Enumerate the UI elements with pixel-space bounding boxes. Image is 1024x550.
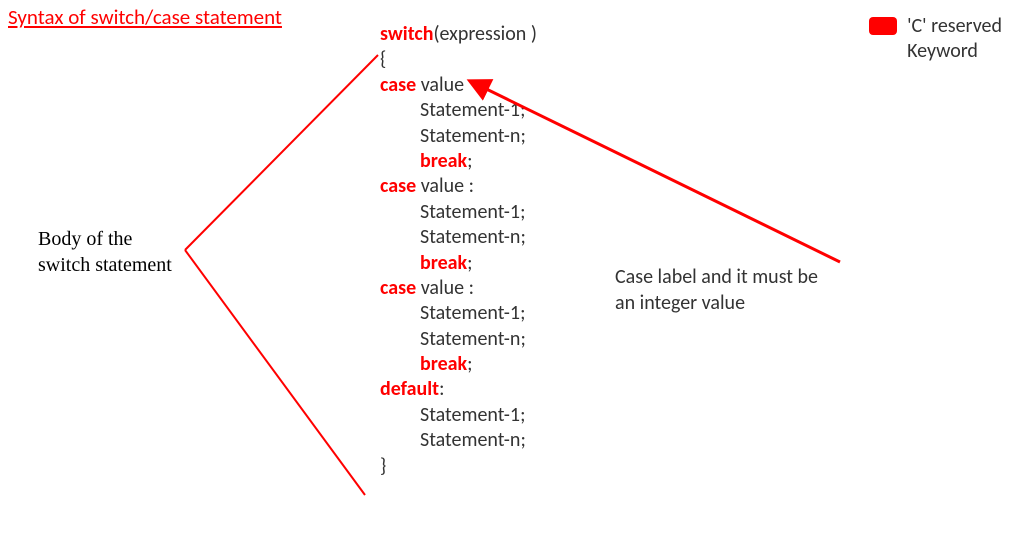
switch-expression: (expression ) <box>433 22 536 46</box>
legend-line2: Keyword <box>907 39 978 63</box>
code-line: Statement-n; <box>380 225 537 250</box>
case-value: value : <box>416 276 474 300</box>
bracket-line-icon <box>185 55 378 250</box>
case-value: value : <box>416 174 474 198</box>
code-line: break; <box>380 251 537 276</box>
semi: ; <box>467 251 472 275</box>
body-annotation-line1: Body of the <box>38 228 132 250</box>
case-value: value <box>416 73 464 97</box>
code-line: case value <box>380 73 537 98</box>
kw-default: default <box>380 377 439 401</box>
colon: : <box>439 377 444 401</box>
stmt: Statement-1; <box>420 200 525 224</box>
semi: ; <box>467 149 472 173</box>
legend: 'C' reserved Keyword <box>869 14 1002 64</box>
kw-case: case <box>380 73 416 97</box>
case-label-annotation: Case label and it must be an integer val… <box>615 264 818 316</box>
diagram-title: Syntax of switch/case statement <box>8 4 282 30</box>
code-line: Statement-n; <box>380 428 537 453</box>
code-line: Statement-1; <box>380 301 537 326</box>
kw-break: break <box>420 251 467 275</box>
semi: ; <box>467 352 472 376</box>
stmt: Statement-n; <box>420 225 526 249</box>
case-label-line2: an integer value <box>615 291 745 315</box>
stmt: Statement-1; <box>420 301 525 325</box>
bracket-line-icon <box>185 250 365 495</box>
code-line: case value : <box>380 276 537 301</box>
stmt: Statement-1; <box>420 98 525 122</box>
body-annotation: Body of the switch statement <box>38 226 172 278</box>
code-line: default: <box>380 377 537 402</box>
code-line: Statement-n; <box>380 327 537 352</box>
kw-case: case <box>380 276 416 300</box>
kw-break: break <box>420 149 467 173</box>
legend-line1: 'C' reserved <box>907 14 1002 38</box>
code-line: break; <box>380 149 537 174</box>
kw-switch: switch <box>380 22 433 46</box>
code-line: Statement-1; <box>380 200 537 225</box>
code-block: switch(expression ) { case value Stateme… <box>380 22 537 479</box>
case-label-line1: Case label and it must be <box>615 265 818 289</box>
kw-break: break <box>420 352 467 376</box>
legend-text: 'C' reserved Keyword <box>907 14 1002 64</box>
code-line: break; <box>380 352 537 377</box>
code-line: { <box>380 47 537 72</box>
code-line: } <box>380 454 537 479</box>
body-annotation-line2: switch statement <box>38 254 172 276</box>
stmt: Statement-n; <box>420 428 526 452</box>
code-line: Statement-1; <box>380 403 537 428</box>
stmt: Statement-1; <box>420 403 525 427</box>
kw-case: case <box>380 174 416 198</box>
code-line: Statement-1; <box>380 98 537 123</box>
stmt: Statement-n; <box>420 327 526 351</box>
code-line: switch(expression ) <box>380 22 537 47</box>
legend-swatch-icon <box>869 17 897 35</box>
code-line: Statement-n; <box>380 124 537 149</box>
stmt: Statement-n; <box>420 124 526 148</box>
code-line: case value : <box>380 174 537 199</box>
